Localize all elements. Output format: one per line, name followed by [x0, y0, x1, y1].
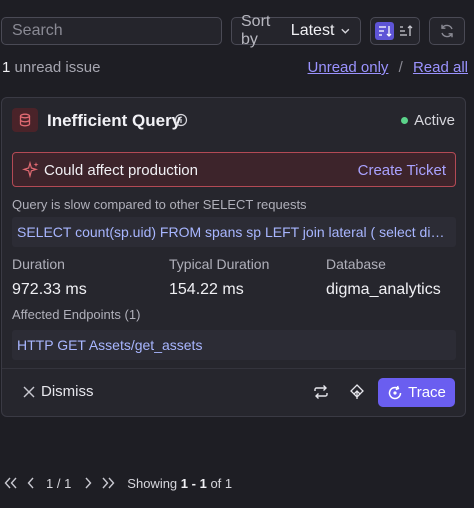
- pagination: 1 / 1 Showing 1 - 1 of 1: [2, 474, 232, 492]
- sort-label: Sort by: [241, 13, 271, 48]
- info-icon[interactable]: [174, 113, 188, 127]
- double-chevron-right-icon: [102, 477, 115, 489]
- trace-label: Trace: [408, 384, 446, 401]
- showing-range: 1 - 1: [180, 475, 207, 491]
- sort-order-toggle: [370, 17, 420, 45]
- database-value: digma_analytics: [326, 281, 441, 298]
- unread-count: 1: [2, 59, 11, 76]
- trace-icon: [388, 385, 402, 399]
- query-link[interactable]: SELECT count(sp.uid) FROM spans sp LEFT …: [12, 217, 456, 247]
- sparkle-icon: [22, 161, 39, 179]
- status-label: Active: [414, 112, 455, 129]
- swap-icon[interactable]: [312, 383, 330, 401]
- issue-card: Inefficient Query Active Could affect pr…: [1, 97, 466, 417]
- prev-page-button[interactable]: [22, 474, 40, 492]
- status-dot-icon: [401, 117, 409, 124]
- database-icon: [12, 108, 38, 132]
- unread-text: unread issue: [14, 59, 101, 76]
- status-badge: Active: [401, 112, 455, 129]
- showing-suffix: of 1: [210, 475, 233, 491]
- chevron-down-icon: [341, 28, 350, 34]
- typical-duration-value: 154.22 ms: [169, 281, 244, 298]
- chevron-left-icon: [27, 477, 34, 489]
- toolbar: Sort by Latest: [0, 13, 474, 48]
- production-alert: Could affect production Create Ticket: [12, 152, 456, 187]
- duration-value: 972.33 ms: [12, 281, 87, 298]
- showing-prefix: Showing: [127, 475, 178, 491]
- search-box[interactable]: [1, 17, 222, 45]
- search-input[interactable]: [12, 22, 219, 40]
- sort-ascending-icon: [399, 25, 412, 36]
- unread-links: Unread only / Read all: [308, 59, 468, 76]
- page-indicator: 1 / 1: [46, 475, 72, 491]
- sort-ascending-button[interactable]: [396, 22, 415, 40]
- double-chevron-left-icon: [4, 477, 17, 489]
- sort-descending-button[interactable]: [375, 22, 394, 40]
- showing-text: Showing 1 - 1 of 1: [127, 476, 232, 491]
- trace-button[interactable]: Trace: [378, 378, 455, 407]
- next-page-button[interactable]: [79, 474, 97, 492]
- unread-only-link[interactable]: Unread only: [308, 59, 389, 76]
- alert-message: Could affect production: [44, 162, 198, 179]
- refresh-button[interactable]: [429, 17, 465, 45]
- create-ticket-link[interactable]: Create Ticket: [358, 162, 446, 179]
- jira-icon[interactable]: [348, 383, 366, 401]
- read-all-link[interactable]: Read all: [413, 59, 468, 76]
- chevron-right-icon: [85, 477, 92, 489]
- issue-actions: Dismiss Trace: [2, 368, 465, 416]
- last-page-button[interactable]: [99, 474, 117, 492]
- endpoint-link[interactable]: HTTP GET Assets/get_assets: [12, 330, 456, 360]
- issue-title: Inefficient Query: [47, 111, 182, 130]
- database-label: Database: [326, 256, 386, 272]
- close-icon: [23, 386, 35, 397]
- sort-dropdown[interactable]: Sort by Latest: [231, 13, 361, 48]
- first-page-button[interactable]: [2, 474, 20, 492]
- dismiss-button[interactable]: Dismiss: [23, 383, 94, 400]
- sort-descending-icon: [378, 26, 391, 37]
- issue-description: Query is slow compared to other SELECT r…: [12, 197, 307, 212]
- issue-header: Inefficient Query Active: [2, 98, 465, 144]
- sort-value: Latest: [290, 22, 335, 39]
- link-separator: /: [398, 59, 403, 76]
- typical-duration-label: Typical Duration: [169, 256, 270, 272]
- unread-summary: 1 unread issue Unread only / Read all: [2, 59, 468, 79]
- dismiss-label: Dismiss: [41, 383, 94, 400]
- duration-label: Duration: [12, 256, 65, 272]
- affected-endpoints-label: Affected Endpoints (1): [12, 307, 141, 322]
- refresh-icon: [441, 24, 453, 38]
